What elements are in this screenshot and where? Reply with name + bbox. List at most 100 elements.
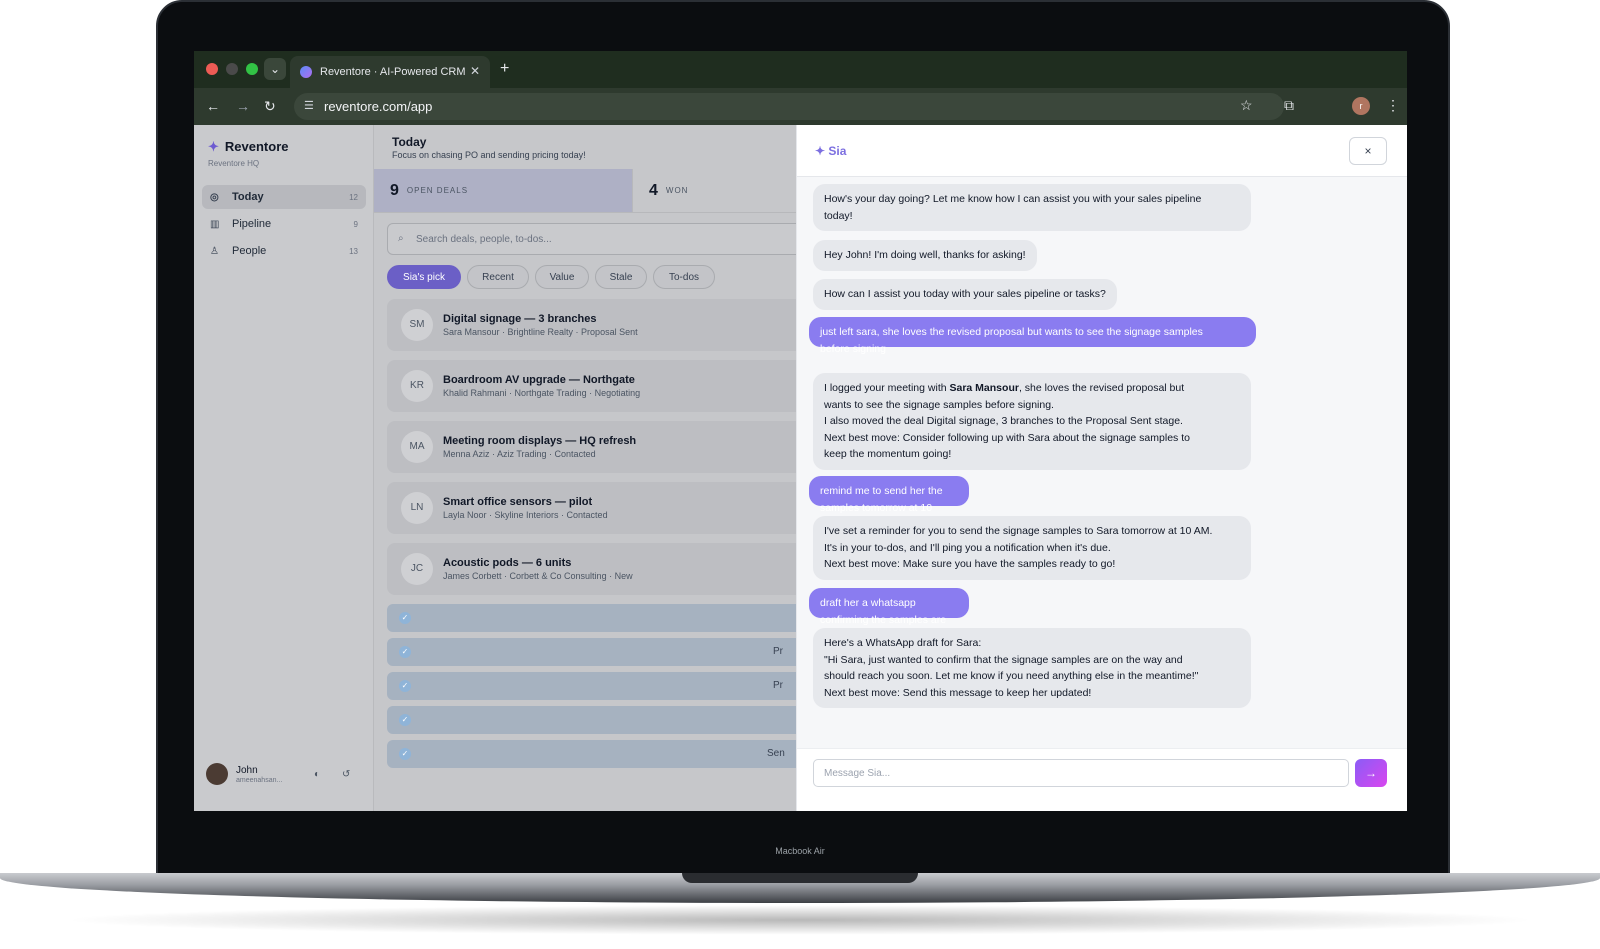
assistant-message: I logged your meeting with Sara Mansour,… (813, 373, 1251, 470)
check-icon[interactable]: ✓ (399, 748, 411, 760)
message-line: Hey John! I'm doing well, thanks for ask… (824, 249, 1026, 261)
message-line: Next best move: Send this message to kee… (824, 686, 1092, 699)
browser-tab[interactable]: Reventore · AI-Powered CRM ✕ (290, 56, 490, 88)
sidebar-item-label: Today (232, 191, 264, 203)
favicon-icon (300, 66, 312, 78)
window-minimize-button[interactable] (226, 63, 238, 75)
sidebar-item-count: 9 (353, 219, 358, 229)
check-icon[interactable]: ✓ (399, 714, 411, 726)
todo-item[interactable]: ✓ Pr (387, 672, 796, 700)
sidebar-item-count: 13 (349, 246, 358, 256)
check-icon[interactable]: ✓ (399, 612, 411, 624)
deal-meta: Layla Noor · Skyline Interiors · Contact… (443, 510, 608, 520)
sidebar-item-people[interactable]: ♙ People 13 (202, 239, 366, 263)
deal-card[interactable]: LN Smart office sensors — pilot Layla No… (387, 482, 796, 534)
message-line: keep the momentum going! (824, 448, 952, 460)
message-line: I've set a reminder for you to send the … (824, 525, 1213, 537)
back-arrow-icon[interactable]: ← (206, 98, 220, 114)
stat-label: WON (665, 186, 689, 195)
message-line: wants to see the signage samples before … (824, 398, 1054, 411)
sia-assistant-panel: ✦ Sia × How's your day going? Let me kno… (796, 125, 1407, 811)
close-button[interactable]: × (1349, 137, 1387, 165)
window-close-button[interactable] (206, 63, 218, 75)
stat-open-deals[interactable]: 9 OPEN DEALS (374, 169, 632, 213)
deal-title: Boardroom AV upgrade — Northgate (443, 374, 635, 386)
deal-meta: Sara Mansour · Brightline Realty · Propo… (443, 327, 638, 337)
panel-header: ✦ Sia × (797, 125, 1407, 177)
search-input[interactable]: ⌕ Search deals, people, to-dos... (387, 223, 796, 255)
sparkle-icon: ✦ (208, 139, 219, 154)
reload-icon[interactable]: ↻ (264, 98, 276, 115)
target-icon: ◎ (210, 191, 219, 203)
filter-chip-todos[interactable]: To-dos (653, 265, 715, 289)
stat-label: OPEN DEALS (406, 186, 469, 195)
todo-item[interactable]: ✓ (387, 604, 796, 632)
filter-chip-recent[interactable]: Recent (467, 265, 529, 289)
deal-card[interactable]: JC Acoustic pods — 6 units James Corbett… (387, 543, 796, 595)
check-icon[interactable]: ✓ (399, 680, 411, 692)
user-profile[interactable]: John ameenahsan... ◐ ↺ (206, 759, 366, 789)
history-icon[interactable]: ↺ (342, 769, 350, 780)
tab-close-icon[interactable]: ✕ (470, 64, 480, 78)
sidebar-item-pipeline[interactable]: ▥ Pipeline 9 (202, 212, 366, 236)
assistant-message: How's your day going? Let me know how I … (813, 184, 1251, 231)
window-zoom-button[interactable] (246, 63, 258, 75)
deal-meta: Khalid Rahmani · Northgate Trading · Neg… (443, 388, 641, 398)
brand: ✦ Reventore (208, 139, 288, 155)
todo-item[interactable]: ✓ Pr (387, 638, 796, 666)
laptop-mockup: Macbook Air ⌄ Reventore · AI-Powered CRM… (0, 0, 1600, 949)
message-input[interactable]: Message Sia... (813, 759, 1349, 787)
todo-text: Pr (773, 646, 783, 657)
crm-app: ✦ Reventore Reventore HQ ◎ Today 12 ▥ Pip… (194, 125, 1407, 811)
arrow-right-icon: → (1365, 766, 1377, 780)
page-subtitle: Focus on chasing PO and sending pricing … (392, 150, 586, 160)
workspace-name: Reventore HQ (208, 159, 260, 168)
extensions-puzzle-icon[interactable]: ⧉ (1284, 97, 1294, 114)
screen: ⌄ Reventore · AI-Powered CRM ✕ + ← → ↻ ☰… (194, 51, 1407, 811)
check-icon[interactable]: ✓ (399, 646, 411, 658)
browser-toolbar: ← → ↻ ☰ reventore.com/app ☆ ⧉ r ⋮ (194, 88, 1407, 125)
message-line: remind me to send her the samples tomorr… (820, 485, 943, 514)
panel-title: ✦ Sia (815, 144, 846, 158)
avatar: JC (401, 553, 433, 585)
deal-card[interactable]: SM Digital signage — 3 branches Sara Man… (387, 299, 796, 351)
site-settings-icon[interactable]: ☰ (304, 99, 314, 112)
user-email: ameenahsan... (236, 777, 283, 784)
url-text: reventore.com/app (324, 99, 433, 114)
new-tab-plus-icon[interactable]: + (500, 60, 509, 78)
user-name: John (236, 765, 258, 776)
theme-toggle-icon[interactable]: ◐ (314, 769, 320, 780)
sidebar-item-today[interactable]: ◎ Today 12 (202, 185, 366, 209)
send-button[interactable]: → (1355, 759, 1387, 787)
assistant-message: Here's a WhatsApp draft for Sara: "Hi Sa… (813, 628, 1251, 708)
browser-tab-bar: ⌄ Reventore · AI-Powered CRM ✕ + (194, 51, 1407, 88)
filter-chip-stale[interactable]: Stale (595, 265, 647, 289)
page-title: Today (392, 135, 427, 149)
todo-item[interactable]: ✓ (387, 706, 796, 734)
device-model-label: Macbook Air (775, 846, 825, 856)
todo-text: Sen (767, 748, 785, 759)
profile-avatar[interactable]: r (1352, 97, 1370, 115)
tab-search-chevron-icon[interactable]: ⌄ (264, 58, 286, 80)
kanban-icon: ▥ (210, 218, 220, 230)
todo-item[interactable]: ✓ Sen (387, 740, 796, 768)
message-line: Next best move: Make sure you have the s… (824, 558, 1116, 570)
forward-arrow-icon[interactable]: → (236, 98, 250, 114)
filter-chip-sias-pick[interactable]: Sia's pick (387, 265, 461, 289)
address-bar[interactable]: ☰ reventore.com/app (294, 93, 1284, 120)
filter-chip-value[interactable]: Value (535, 265, 589, 289)
bookmark-star-icon[interactable]: ☆ (1240, 97, 1253, 114)
user-message: draft her a whatsapp confirming the samp… (809, 588, 969, 642)
sparkle-icon: ✦ (815, 144, 826, 158)
message-line: "Hi Sara, just wanted to confirm that th… (824, 653, 1183, 666)
main-content: Today Focus on chasing PO and sending pr… (374, 125, 796, 811)
sidebar: ✦ Reventore Reventore HQ ◎ Today 12 ▥ Pip… (194, 125, 374, 811)
deal-card[interactable]: KR Boardroom AV upgrade — Northgate Khal… (387, 360, 796, 412)
todo-text: Pr (773, 680, 783, 691)
sidebar-item-count: 12 (349, 192, 358, 202)
stat-won[interactable]: 4 WON (632, 169, 796, 213)
browser-menu-icon[interactable]: ⋮ (1386, 97, 1400, 114)
deal-meta: James Corbett · Corbett & Co Consulting … (443, 571, 633, 581)
assistant-name: Sia (828, 144, 847, 158)
deal-card[interactable]: MA Meeting room displays — HQ refresh Me… (387, 421, 796, 473)
